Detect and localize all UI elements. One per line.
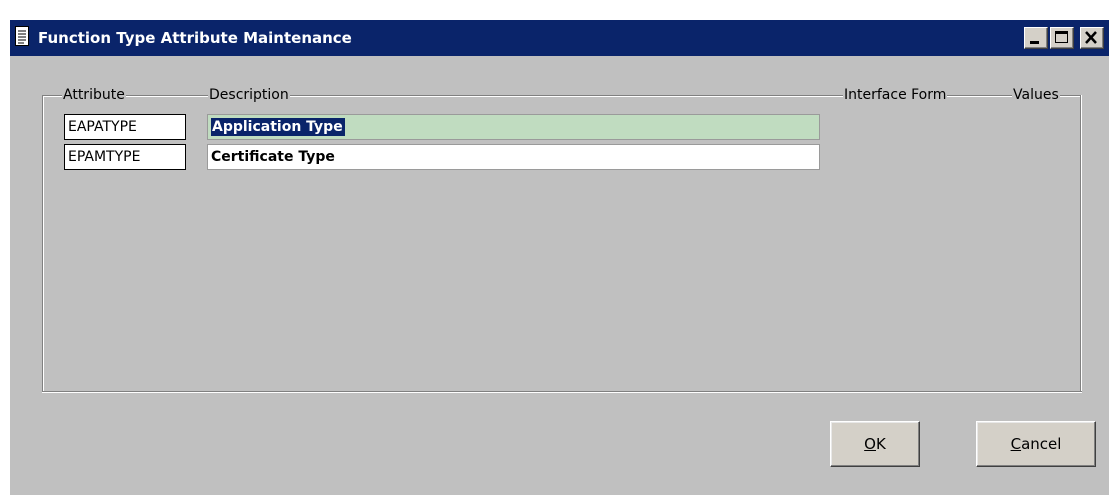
description-cell-row-2[interactable]: Certificate Type (207, 144, 820, 170)
ok-mnemonic: O (864, 435, 876, 453)
maximize-button[interactable] (1050, 27, 1074, 49)
frame-right-highlight (1081, 95, 1082, 393)
cancel-mnemonic: C (1010, 435, 1022, 453)
dialog-window: Function Type Attribute Maintenance Attr… (10, 20, 1109, 495)
cancel-button[interactable]: Cancel (976, 421, 1096, 467)
window-title: Function Type Attribute Maintenance (38, 29, 352, 47)
ok-button[interactable]: OK (830, 421, 920, 467)
description-value-selected: Application Type (211, 118, 345, 136)
frame-bottom-highlight (42, 392, 1082, 393)
header-description: Description (208, 87, 290, 104)
frame-left-highlight (43, 96, 44, 392)
close-icon (1085, 31, 1097, 44)
close-button[interactable] (1080, 27, 1104, 49)
description-cell-row-1[interactable]: Application Type (207, 114, 820, 140)
header-attribute: Attribute (62, 87, 126, 104)
minimize-button[interactable] (1024, 27, 1048, 49)
maximize-icon (1055, 31, 1068, 43)
minimize-icon (1030, 41, 1039, 44)
cancel-label-rest: ancel (1021, 435, 1062, 453)
header-values: Values (1012, 87, 1060, 104)
description-value: Certificate Type (211, 149, 335, 165)
attribute-cell-row-1[interactable]: EAPATYPE (64, 114, 186, 140)
attribute-value: EAPATYPE (68, 119, 137, 135)
document-icon (15, 26, 29, 46)
ok-label-rest: K (875, 435, 886, 453)
attribute-cell-row-2[interactable]: EPAMTYPE (64, 144, 186, 170)
title-bar[interactable]: Function Type Attribute Maintenance (10, 20, 1109, 56)
header-interface-form: Interface Form (843, 87, 948, 104)
attribute-value: EPAMTYPE (68, 149, 141, 165)
